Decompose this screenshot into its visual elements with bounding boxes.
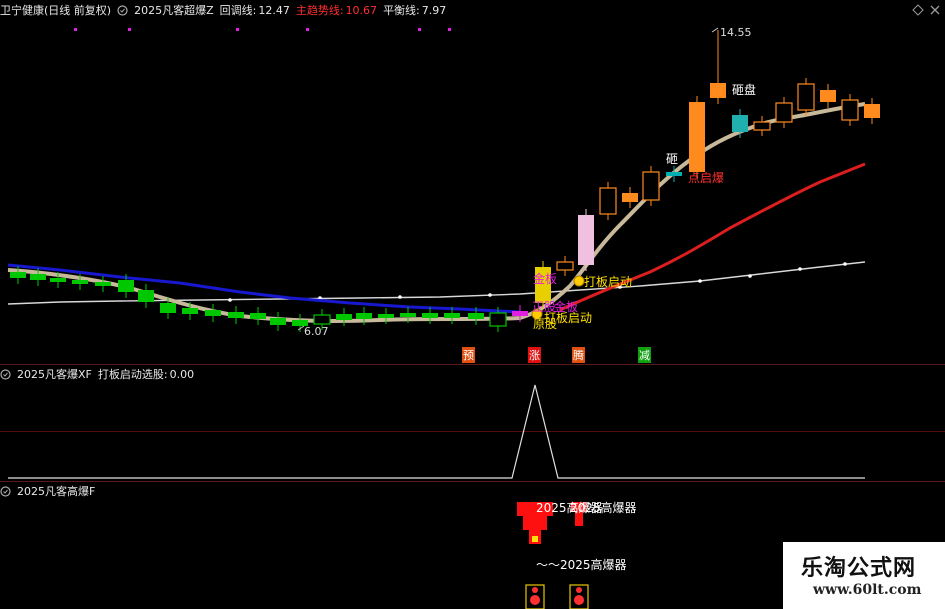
candle-body [689,102,705,172]
candle-body [378,314,394,318]
candle-body [313,314,331,325]
candle-body [50,278,66,282]
candle-body [30,274,46,280]
candle-body [250,313,266,319]
jinban-label: 金板 [533,272,558,286]
sub1-dashed-line [0,431,945,432]
candle-body [336,314,352,320]
sub2-money-bag-icons [525,584,589,609]
watermark-url: www.60lt.com [813,582,922,598]
candle-body [95,282,111,286]
high-price-label: 14.55 [720,26,752,39]
candle-body [599,187,617,215]
candle-body [512,311,528,316]
candle-body [797,83,815,111]
candle-body [732,115,748,132]
sub2-label-b: 2025高爆器 [570,501,637,515]
candle-body [578,215,594,265]
candles-group [10,30,880,332]
sub1-key: 打板启动选股: [97,368,168,381]
candle-body [356,313,372,319]
sub2-label-c: ～～2025高爆器 [536,558,627,572]
watermark: 乐淘公式网 www.60lt.com [783,542,945,609]
candle-body [710,83,726,98]
marker-yu: 预 [462,347,475,363]
zapan-label: 砸盘 [732,83,757,97]
candlestick-chart[interactable] [0,0,945,609]
watermark-title: 乐淘公式网 [801,555,917,581]
sub1-indicator-name: 2025凡客爆XF [17,368,92,381]
sub1-settings-gear-icon[interactable] [0,368,11,380]
low-price-label: 6.07 [304,325,329,338]
candle-body [10,272,26,278]
daban-label-1: 打板启动 [584,275,633,289]
callback-line-tan [7,102,866,323]
zha-label: 砸 [666,152,679,166]
candle-body [841,99,859,121]
main-trend-line-blue [7,263,521,314]
sub1-value: 0.00 [169,367,195,381]
candle-body [228,312,244,318]
candle-body [468,313,484,319]
marker-teng: 腾 [572,347,585,363]
candle-body [205,310,221,316]
marker-jian: 减 [638,347,651,363]
candle-body [775,102,793,123]
candle-body [642,171,660,201]
sub2-header: 2025凡客高爆F [0,481,95,501]
candle-body [820,90,836,102]
candle-body [422,313,438,318]
candle-body [444,313,460,318]
candle-body [666,172,682,176]
candle-body [864,104,880,118]
sub2-indicator-name: 2025凡客高爆F [17,485,96,498]
panel-separator-2 [0,481,945,482]
marker-zhang: 涨 [528,347,541,363]
qidong-label: 点启爆 [688,171,725,185]
candle-body [118,280,134,292]
top-signal-dots [74,28,451,31]
candle-body [400,313,416,317]
sub1-header: 2025凡客爆XF 打板启动选股: 0.00 [0,364,194,384]
candle-body [160,303,176,313]
candle-body [622,193,638,202]
candle-body [270,318,286,325]
candle-body [753,121,771,131]
candle-body [556,261,574,271]
candle-body [138,290,154,302]
balance-line [7,261,866,305]
candle-body [489,312,507,327]
candle-body [182,308,198,314]
yuanbao-label: 原股 [533,317,558,331]
candle-body [72,280,88,284]
sub2-settings-gear-icon[interactable] [0,485,11,497]
